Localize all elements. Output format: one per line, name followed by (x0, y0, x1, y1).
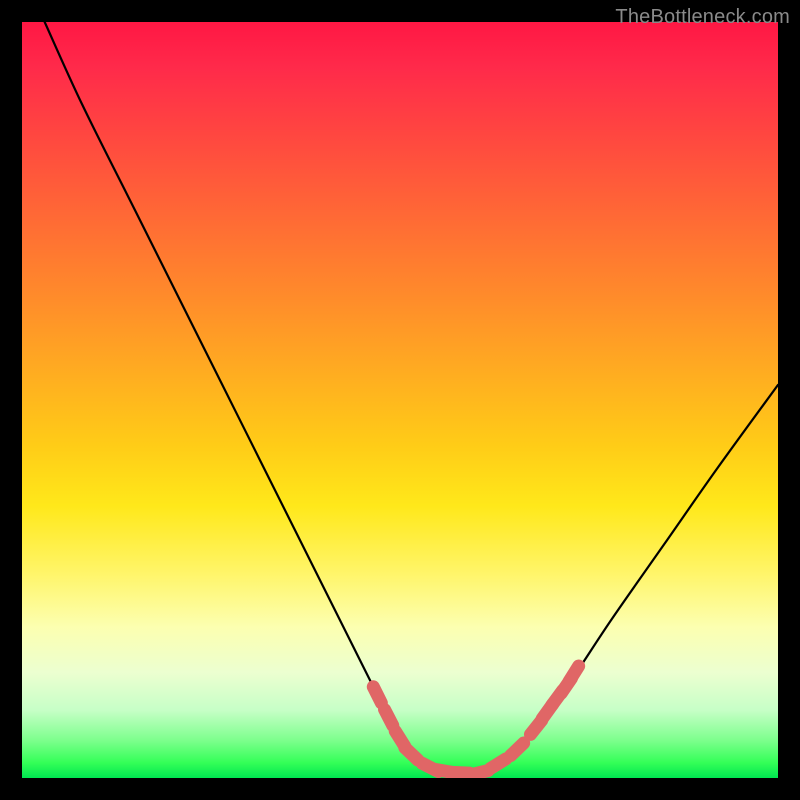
chart-marker (405, 748, 418, 760)
chart-plot-area (22, 22, 778, 778)
watermark-text: TheBottleneck.com (615, 6, 790, 29)
chart-curve (45, 22, 778, 774)
chart-marker (569, 666, 579, 681)
chart-marker (373, 687, 381, 703)
chart-marker (385, 710, 393, 726)
chart-marker (511, 743, 524, 755)
chart-marker (491, 759, 506, 768)
chart-markers (373, 666, 578, 775)
chart-overlay-svg (22, 22, 778, 778)
